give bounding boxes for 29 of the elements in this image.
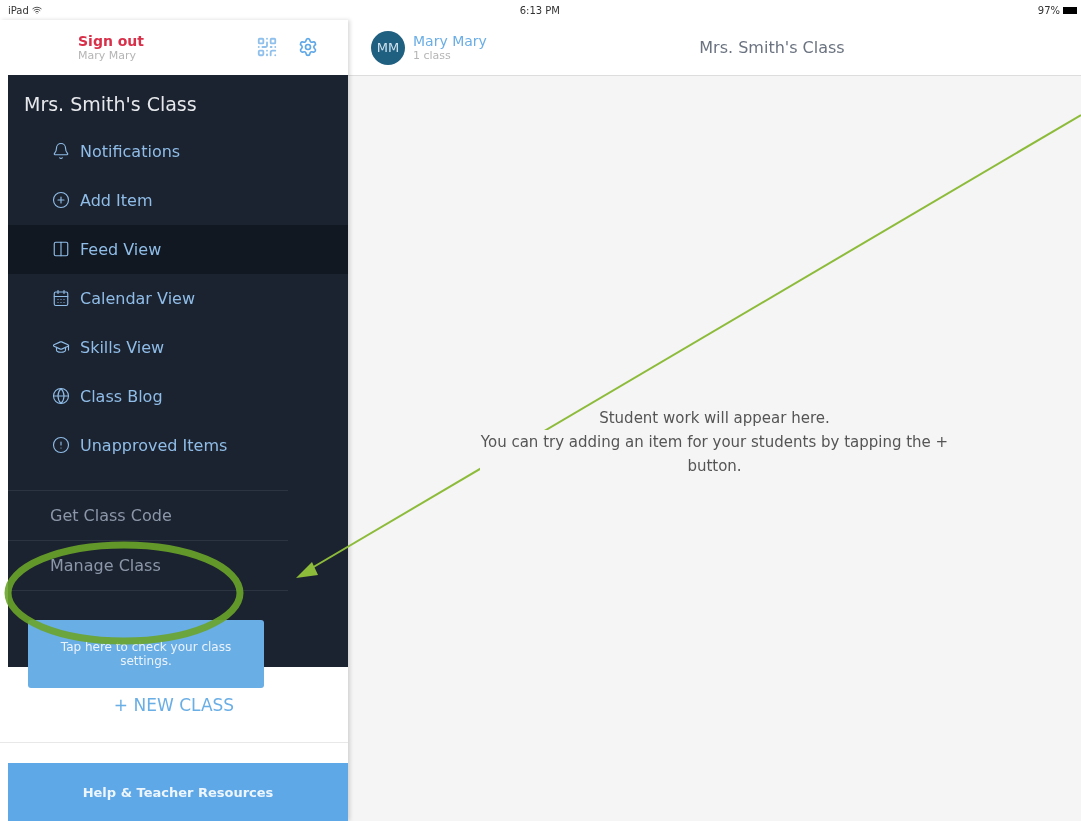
- qr-code-icon[interactable]: [256, 36, 278, 59]
- menu-item[interactable]: Unapproved Items: [8, 420, 348, 470]
- user-name: Mary Mary: [413, 33, 488, 49]
- menu-item[interactable]: Skills View: [8, 322, 348, 372]
- page-title: Mrs. Smith's Class: [698, 38, 846, 57]
- menu-item[interactable]: Feed View: [8, 224, 348, 274]
- avatar: MM: [371, 30, 405, 65]
- user-name: Mary Mary: [78, 48, 138, 62]
- menu-item[interactable]: Add Item: [8, 175, 348, 225]
- class-count: 1 class: [413, 49, 452, 62]
- sign-out-link[interactable]: Sign out: [78, 32, 256, 49]
- menu-item[interactable]: Manage Class: [8, 540, 288, 591]
- carrier-label: iPad: [8, 4, 42, 16]
- class-title: Mrs. Smith's Class: [23, 91, 198, 117]
- menu-item[interactable]: Notifications: [8, 126, 348, 176]
- menu-item[interactable]: Get Class Code: [8, 490, 288, 541]
- menu-item[interactable]: Calendar View: [8, 273, 348, 323]
- calendar-icon: [52, 289, 70, 308]
- battery-icon: [1063, 6, 1077, 14]
- columns-icon: [52, 240, 70, 259]
- settings-icon[interactable]: [298, 37, 318, 58]
- globe-icon: [52, 387, 70, 406]
- status-time: 6:13 PM: [519, 4, 560, 16]
- alert-icon: [52, 436, 70, 455]
- wifi-icon: [31, 5, 42, 15]
- battery-percent: 97%: [1037, 4, 1060, 16]
- bell-icon: [52, 142, 70, 161]
- menu-item[interactable]: Class Blog: [8, 371, 348, 421]
- add-icon: [52, 191, 70, 210]
